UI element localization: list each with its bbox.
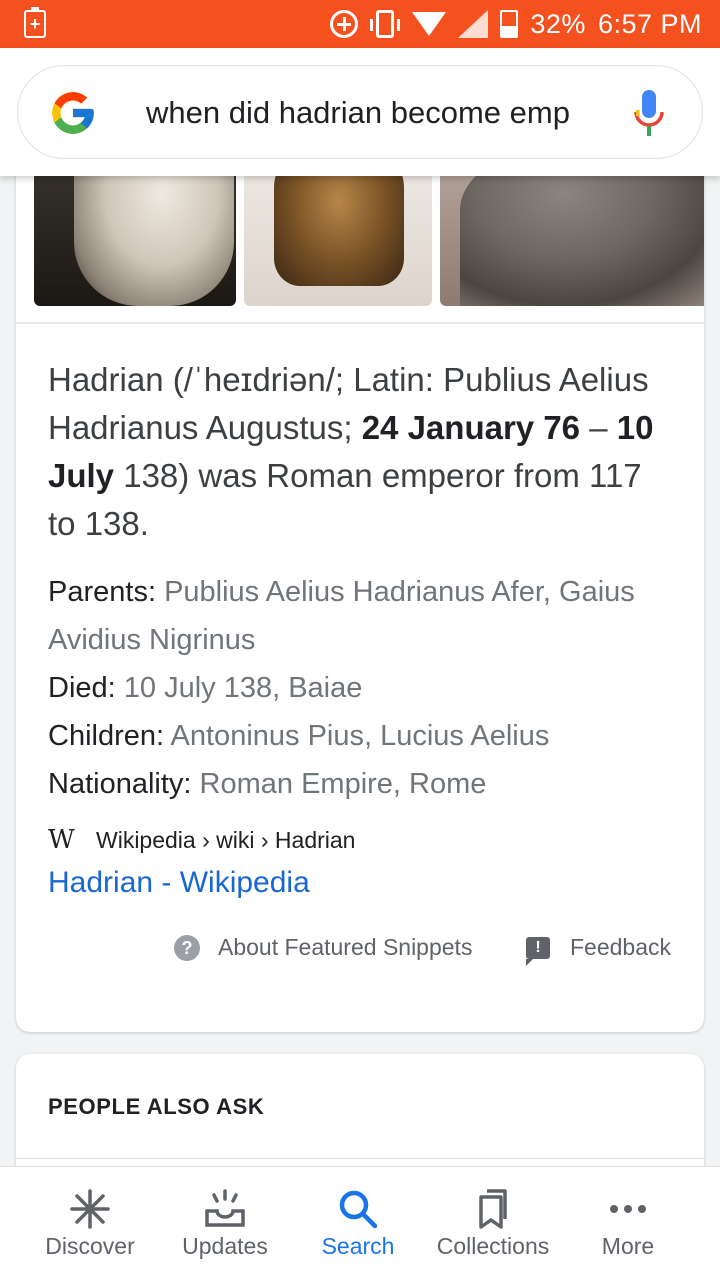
fact-label: Children:: [48, 720, 165, 752]
feedback-icon: !: [526, 936, 550, 966]
fact-value[interactable]: 10 July 138, Baiae: [124, 672, 363, 704]
nav-search[interactable]: Search: [298, 1167, 418, 1280]
bottom-navigation: Discover Updates Search Collections More: [0, 1166, 720, 1280]
nav-collections[interactable]: Collections: [422, 1167, 564, 1280]
vibrate-icon: [370, 10, 401, 38]
more-dots-icon: [610, 1205, 646, 1213]
nav-label: Updates: [182, 1233, 268, 1259]
nav-label: Discover: [45, 1233, 135, 1259]
people-also-ask-heading: PEOPLE ALSO ASK: [48, 1094, 265, 1119]
snippet-part: –: [580, 409, 617, 446]
google-g-icon: [52, 92, 94, 134]
facts-list: Parents: Publius Aelius Hadrianus Afer, …: [48, 568, 678, 808]
divider: [16, 322, 704, 324]
battery-percent: 32%: [530, 8, 586, 39]
search-input[interactable]: when did hadrian become emp: [146, 93, 586, 133]
search-box[interactable]: when did hadrian become emp: [17, 65, 703, 159]
bust-image-2[interactable]: [244, 176, 432, 306]
search-icon: [339, 1190, 378, 1229]
bust-image-3[interactable]: [440, 176, 704, 306]
fact-label: Died:: [48, 672, 116, 704]
nav-label: Collections: [436, 1233, 550, 1259]
nav-updates[interactable]: Updates: [160, 1167, 290, 1280]
people-also-ask-card: PEOPLE ALSO ASK: [16, 1054, 704, 1166]
about-featured-snippets-button[interactable]: ? About Featured Snippets: [174, 934, 472, 961]
fact-children: Children: Antoninus Pius, Lucius Aelius: [48, 712, 678, 760]
wifi-icon: [412, 12, 447, 36]
result-link[interactable]: Hadrian - Wikipedia: [48, 866, 310, 900]
featured-snippet-card: Hadrian (/ˈheɪdriən/; Latin: Publius Ael…: [16, 176, 704, 1032]
snippet-footer: ? About Featured Snippets ! Feedback: [16, 934, 704, 974]
status-bar: + 32% 6:57 PM: [0, 0, 720, 48]
bust-image-1[interactable]: [34, 176, 236, 306]
inbox-icon: [205, 1189, 245, 1227]
fact-label: Parents:: [48, 576, 156, 608]
about-label: About Featured Snippets: [218, 934, 473, 960]
nav-label: Search: [321, 1233, 395, 1259]
status-icons: 32% 6:57 PM: [330, 8, 702, 40]
bookmarks-icon: [479, 1189, 507, 1229]
snippet-bold-date: 24 January 76: [361, 409, 581, 446]
nav-label: More: [601, 1233, 655, 1259]
help-icon: ?: [174, 934, 200, 961]
fact-died: Died: 10 July 138, Baiae: [48, 664, 678, 712]
divider: [16, 1158, 704, 1159]
feedback-label: Feedback: [570, 934, 672, 960]
signal-icon: [458, 10, 489, 38]
clock: 6:57 PM: [597, 8, 702, 39]
asterisk-icon: [70, 1189, 110, 1229]
search-header: when did hadrian become emp: [0, 48, 720, 176]
nav-more[interactable]: More: [578, 1167, 678, 1280]
wikipedia-icon: W: [48, 825, 75, 855]
results-area: Hadrian (/ˈheɪdriən/; Latin: Publius Ael…: [0, 176, 720, 1166]
breadcrumb-text: Wikipedia › wiki › Hadrian: [96, 826, 356, 853]
battery-icon: [500, 10, 519, 38]
nav-discover[interactable]: Discover: [20, 1167, 160, 1280]
source-breadcrumb[interactable]: W Wikipedia › wiki › Hadrian: [48, 822, 355, 858]
fact-label: Nationality:: [48, 768, 192, 800]
snippet-text: Hadrian (/ˈheɪdriən/; Latin: Publius Ael…: [48, 356, 678, 548]
fact-parents: Parents: Publius Aelius Hadrianus Afer, …: [48, 568, 678, 664]
fact-value[interactable]: Roman Empire, Rome: [200, 768, 487, 800]
snippet-part: 138) was Roman emperor from 117 to 138.: [48, 457, 642, 542]
fact-value[interactable]: Antoninus Pius, Lucius Aelius: [171, 720, 550, 752]
data-saver-icon: [330, 10, 359, 38]
feedback-button[interactable]: ! Feedback: [526, 934, 672, 966]
battery-saver-icon: +: [24, 7, 46, 38]
mic-icon[interactable]: [632, 90, 666, 136]
fact-nationality: Nationality: Roman Empire, Rome: [48, 760, 678, 808]
